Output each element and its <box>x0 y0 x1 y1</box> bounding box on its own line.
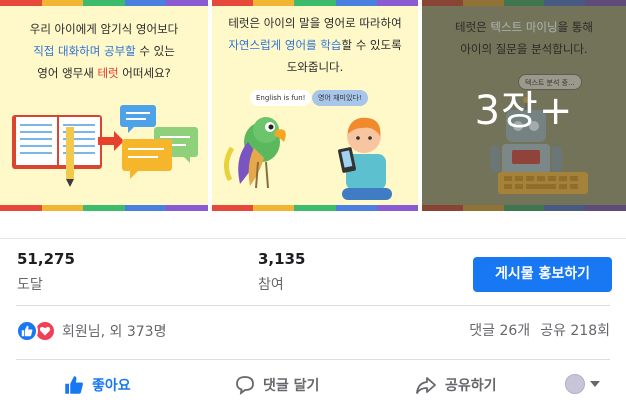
reach-stat[interactable]: 51,275 도달 <box>17 250 75 294</box>
reaction-names[interactable]: 회원님, 외 373명 <box>62 321 166 341</box>
engagement-counts: 댓글 26개 공유 218회 <box>469 319 610 343</box>
english-bubble: English is fun! <box>250 90 312 106</box>
share-arrow-icon <box>416 377 436 394</box>
speech-bubble-icon <box>236 376 254 395</box>
reach-value: 51,275 <box>17 250 75 268</box>
engagement-stat[interactable]: 3,135 참여 <box>258 250 305 294</box>
globe-icon <box>565 374 585 394</box>
panel1-line2-highlight: 직접 대화하며 공부할 <box>33 44 136 58</box>
color-stripe <box>0 0 208 6</box>
parrot-and-child-illustration <box>224 117 392 200</box>
panel2-line3: 도와줍니다. <box>286 60 344 74</box>
collage-spacer <box>0 211 626 239</box>
thumbs-up-icon <box>65 376 83 394</box>
thumbs-up-icon <box>16 320 38 342</box>
panel2-line2-rest: 할 수 있도록 <box>341 38 402 52</box>
book-chat-illustration <box>12 105 198 187</box>
panel2-text: 테럿은 아이의 말을 영어로 따라하여 자연스럽게 영어를 학습할 수 있도록 … <box>212 12 418 78</box>
panel2-line2-highlight: 자연스럽게 영어를 학습 <box>228 38 342 52</box>
photo-collage[interactable]: 우리 아이에게 암기식 영어보다 직접 대화하며 공부할 수 있는 영어 앵무새… <box>0 0 626 211</box>
collage-image-1[interactable]: 우리 아이에게 암기식 영어보다 직접 대화하며 공부할 수 있는 영어 앵무새… <box>0 0 208 211</box>
share-button[interactable]: 공유하기 <box>415 367 497 403</box>
divider <box>16 359 610 360</box>
comment-count[interactable]: 댓글 26개 <box>469 323 530 339</box>
like-button[interactable]: 좋아요 <box>64 367 131 403</box>
panel1-text: 우리 아이에게 암기식 영어보다 직접 대화하며 공부할 수 있는 영어 앵무새… <box>0 18 208 84</box>
panel1-line3-end: 어떠세요? <box>118 66 171 80</box>
share-label: 공유하기 <box>445 378 497 394</box>
share-count[interactable]: 공유 218회 <box>540 323 610 339</box>
comment-button[interactable]: 댓글 달기 <box>235 367 319 403</box>
more-photos-count[interactable]: 3장+ <box>422 78 626 136</box>
panel1-line3-start: 영어 앵무새 <box>37 66 98 80</box>
panel1-line3-highlight: 테럿 <box>97 66 119 80</box>
comment-label: 댓글 달기 <box>263 378 320 394</box>
color-stripe <box>212 0 418 6</box>
caret-down-icon <box>590 381 600 387</box>
divider <box>16 305 610 306</box>
reach-label: 도달 <box>17 277 43 293</box>
audience-selector[interactable] <box>565 374 600 394</box>
panel1-line2-rest: 수 있는 <box>135 44 175 58</box>
panel2-line1: 테럿은 아이의 말을 영어로 따라하여 <box>228 16 402 30</box>
reaction-summary[interactable]: 회원님, 외 373명 <box>16 319 166 343</box>
like-label: 좋아요 <box>92 378 131 394</box>
engagement-value: 3,135 <box>258 250 306 268</box>
korean-bubble: 영어 재미있다! <box>312 90 368 106</box>
engagement-label: 참여 <box>258 277 284 293</box>
collage-image-2[interactable]: 테럿은 아이의 말을 영어로 따라하여 자연스럽게 영어를 학습할 수 있도록 … <box>212 0 418 211</box>
boost-post-button[interactable]: 게시물 홍보하기 <box>473 257 612 292</box>
panel1-line1: 우리 아이에게 암기식 영어보다 <box>29 22 179 36</box>
